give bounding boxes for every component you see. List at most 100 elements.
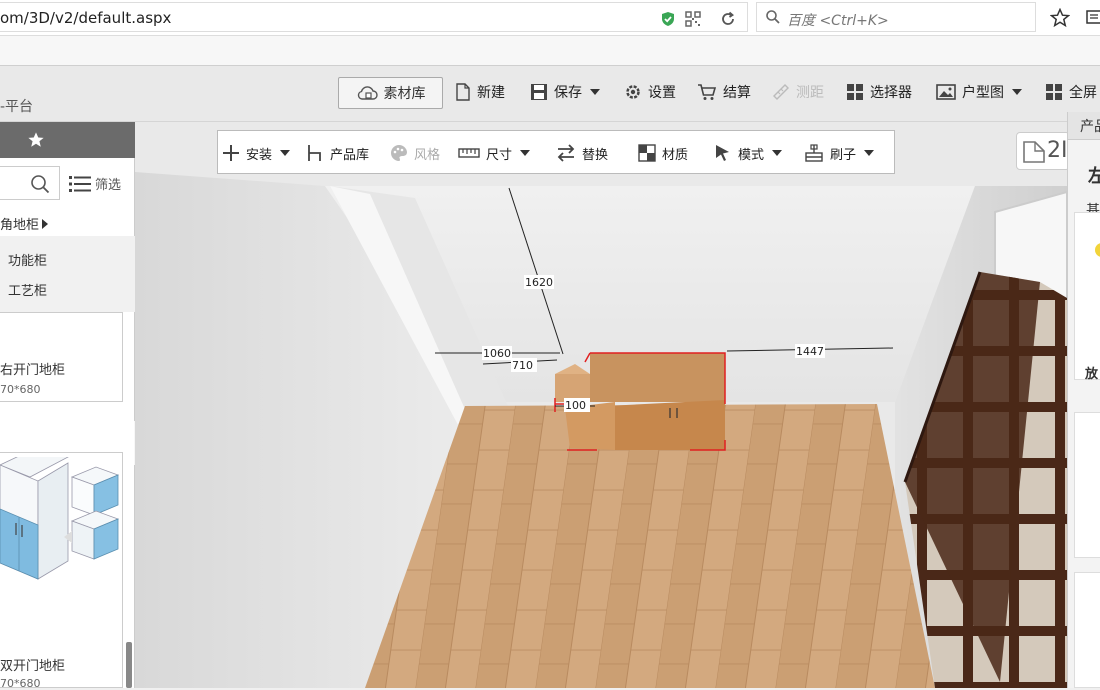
app-toolbar: -平台 素材库 新建 保存 设置 结算 测距 选择器 户型图 全屏: [0, 66, 1100, 122]
floor-plan-button[interactable]: 户型图: [936, 80, 1022, 104]
dimension-height: 1620: [525, 276, 553, 289]
palette-icon: [391, 144, 407, 161]
qr-code-icon[interactable]: [685, 11, 701, 27]
category-item[interactable]: 功能柜: [8, 250, 47, 269]
chair-icon: [308, 145, 321, 161]
cursor-icon: [716, 145, 729, 161]
new-label: 新建: [477, 85, 505, 101]
new-file-icon: [456, 83, 470, 101]
material-library-button[interactable]: 素材库: [338, 77, 443, 109]
measure-button[interactable]: 测距: [772, 80, 824, 104]
material-label: 材质: [662, 147, 689, 163]
place-label: 放: [1085, 367, 1099, 382]
ruler-icon: [773, 84, 789, 100]
view-toggle-label: 2I: [1047, 138, 1068, 163]
product-card[interactable]: 右开门地柜 70*680: [0, 312, 123, 402]
view-2d-toggle[interactable]: 2I: [1016, 132, 1070, 170]
checker-icon: [638, 144, 656, 162]
chevron-right-icon: [42, 218, 49, 229]
address-bar[interactable]: om/3D/v2/default.aspx: [0, 2, 748, 32]
product-library-label: 产品库: [330, 147, 370, 163]
save-button[interactable]: 保存: [530, 80, 600, 104]
browser-strip: [0, 36, 1100, 66]
save-icon: [531, 84, 547, 100]
reload-icon[interactable]: [720, 11, 736, 27]
base-section: 放: [1074, 212, 1100, 382]
new-button[interactable]: 新建: [455, 80, 505, 104]
brush-icon: [805, 144, 823, 162]
current-category[interactable]: 角地柜: [0, 214, 49, 233]
category-list: 功能柜 工艺柜: [0, 236, 135, 312]
product-name: 右开门地柜: [0, 363, 66, 378]
fullscreen-button[interactable]: 全屏: [1045, 80, 1097, 104]
product-name: 双开门地柜: [0, 659, 66, 674]
floor-plan-icon: [1023, 141, 1045, 167]
brush-label: 刷子: [830, 147, 857, 163]
search-icon: [765, 9, 781, 25]
product-panel: 筛选 角地柜 功能柜 工艺柜 右开门地柜 70*680 双开门地柜 70*680: [0, 122, 135, 690]
search-placeholder: 百度 <Ctrl+K>: [787, 13, 889, 29]
save-label: 保存: [554, 85, 582, 101]
gear-icon: [626, 85, 640, 99]
style-button[interactable]: 风格: [390, 142, 440, 164]
dimension-right: 1447: [796, 345, 824, 358]
settings-label: 设置: [648, 85, 676, 101]
measure-label: 测距: [796, 85, 824, 101]
cloud-icon: [357, 86, 378, 100]
feature-section: [1074, 412, 1100, 558]
chevron-down-icon: [1012, 89, 1022, 95]
search-icon[interactable]: [30, 174, 50, 198]
dimension-depth: 100: [565, 399, 586, 412]
3d-viewport[interactable]: 1620 1060 710 1447 100: [135, 122, 1067, 688]
room-scene: 1620 1060 710 1447 100: [135, 122, 1067, 688]
properties-panel: 产品 左 基 放 特 样: [1067, 112, 1100, 688]
install-button[interactable]: 安装: [222, 142, 291, 164]
replace-button[interactable]: 替换: [556, 142, 608, 164]
product-tab[interactable]: 产品: [1068, 112, 1100, 140]
fullscreen-icon: [1046, 84, 1062, 100]
star-icon[interactable]: [1049, 7, 1071, 28]
filter-label: 筛选: [95, 178, 122, 193]
brush-button[interactable]: 刷子: [804, 142, 875, 164]
fullscreen-label: 全屏: [1069, 85, 1097, 101]
shield-check-icon[interactable]: [660, 11, 676, 27]
filter-button[interactable]: 筛选: [69, 174, 121, 193]
panel-scrollbar[interactable]: [126, 642, 132, 688]
browser-bar: om/3D/v2/default.aspx 百度 <Ctrl+K>: [0, 0, 1100, 36]
dimension-left-short: 710: [512, 359, 533, 372]
star-icon[interactable]: [27, 131, 45, 153]
product-tab-label: 产品: [1080, 119, 1100, 135]
current-category-label: 角地柜: [0, 218, 40, 233]
chevron-down-icon: [280, 150, 291, 156]
panel-title: 左: [1088, 166, 1100, 187]
category-item[interactable]: 工艺柜: [8, 280, 47, 299]
settings-button[interactable]: 设置: [624, 80, 676, 104]
product-library-button[interactable]: 产品库: [306, 142, 369, 164]
checkout-button[interactable]: 结算: [697, 80, 751, 104]
platform-title: -平台: [0, 99, 34, 115]
search-bar[interactable]: 百度 <Ctrl+K>: [756, 2, 1036, 32]
product-thumbnail: [0, 457, 120, 580]
reader-icon[interactable]: [1086, 9, 1100, 25]
product-card[interactable]: 双开门地柜 70*680: [0, 452, 123, 690]
ruler-icon: [458, 148, 480, 158]
selector-button[interactable]: 选择器: [846, 80, 912, 104]
chevron-down-icon: [590, 89, 600, 95]
list-icon: [69, 175, 91, 192]
chevron-down-icon: [520, 150, 531, 156]
address-url: om/3D/v2/default.aspx: [0, 9, 172, 27]
style-label: 风格: [414, 147, 441, 163]
plus-icon: [223, 145, 239, 161]
dimension-label: 尺寸: [486, 147, 513, 163]
chevron-down-icon: [864, 150, 875, 156]
color-swatch[interactable]: [1095, 243, 1100, 257]
material-button[interactable]: 材质: [638, 142, 688, 164]
mode-label: 模式: [738, 147, 765, 163]
panel-header: [0, 122, 135, 158]
checkout-label: 结算: [723, 85, 751, 101]
cart-icon: [698, 84, 717, 100]
image-icon: [936, 84, 956, 100]
dimension-button[interactable]: 尺寸: [458, 142, 531, 164]
product-search[interactable]: [0, 166, 60, 200]
mode-button[interactable]: 模式: [714, 142, 783, 164]
